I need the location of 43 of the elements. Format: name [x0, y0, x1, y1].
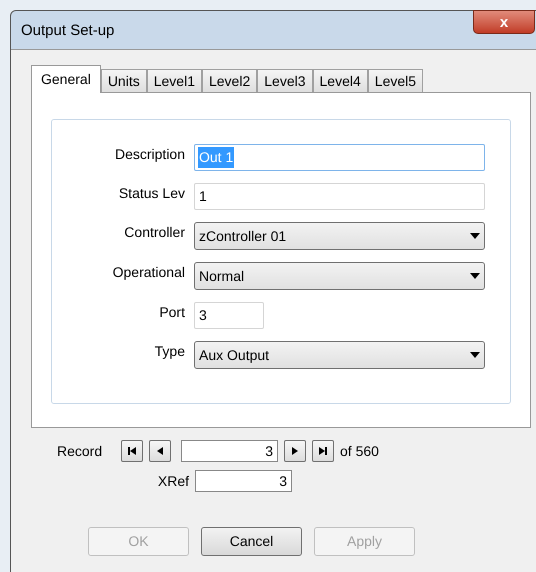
caret-down-icon	[470, 273, 480, 279]
tab[interactable]: Level1	[146, 69, 202, 92]
input-value: 1	[198, 187, 208, 206]
skip-last-icon	[318, 446, 328, 456]
next-record-button[interactable]	[284, 440, 306, 462]
tab[interactable]: General	[31, 65, 101, 93]
tab[interactable]: Level4	[312, 69, 368, 92]
input-value: Out 1	[198, 147, 234, 168]
triangle-right-icon	[291, 446, 299, 456]
close-button[interactable]: x	[473, 10, 535, 34]
input-field[interactable]: 1	[194, 183, 485, 210]
input-field[interactable]: 3	[194, 302, 264, 329]
dropdown[interactable]: Normal	[194, 262, 485, 290]
tab[interactable]: Level5	[368, 69, 424, 92]
caret-down-icon	[470, 233, 480, 239]
first-record-button[interactable]	[121, 440, 143, 462]
dropdown-value: zController 01	[199, 226, 286, 246]
field-label: Port	[158, 303, 186, 322]
field-label: Type	[154, 342, 186, 361]
dropdown-value: Normal	[199, 266, 244, 286]
field-label: Controller	[123, 223, 186, 242]
xref-label: XRef	[156, 472, 190, 490]
triangle-left-icon	[156, 446, 164, 456]
tab[interactable]: Level3	[257, 69, 313, 92]
skip-first-icon	[127, 446, 137, 456]
input-value: 3	[198, 306, 208, 325]
record-label: Record	[57, 442, 104, 460]
last-record-button[interactable]	[312, 440, 334, 462]
window-title: Output Set-up	[21, 21, 114, 41]
field-label: Operational	[112, 263, 186, 282]
caret-down-icon	[470, 352, 480, 358]
dropdown[interactable]: Aux Output	[194, 341, 485, 369]
record-field[interactable]: 3	[181, 440, 278, 462]
dialog-button[interactable]: Cancel	[201, 527, 302, 556]
tab[interactable]: Units	[100, 69, 147, 92]
dropdown-value: Aux Output	[199, 346, 270, 365]
dropdown[interactable]: zController 01	[194, 222, 485, 250]
tab[interactable]: Level2	[202, 69, 258, 92]
previous-record-button[interactable]	[149, 440, 171, 462]
field-label: Description	[114, 145, 186, 164]
record-count: of 560	[340, 442, 379, 460]
field-label: Status Lev	[118, 184, 186, 203]
xref-field[interactable]: 3	[195, 470, 292, 492]
